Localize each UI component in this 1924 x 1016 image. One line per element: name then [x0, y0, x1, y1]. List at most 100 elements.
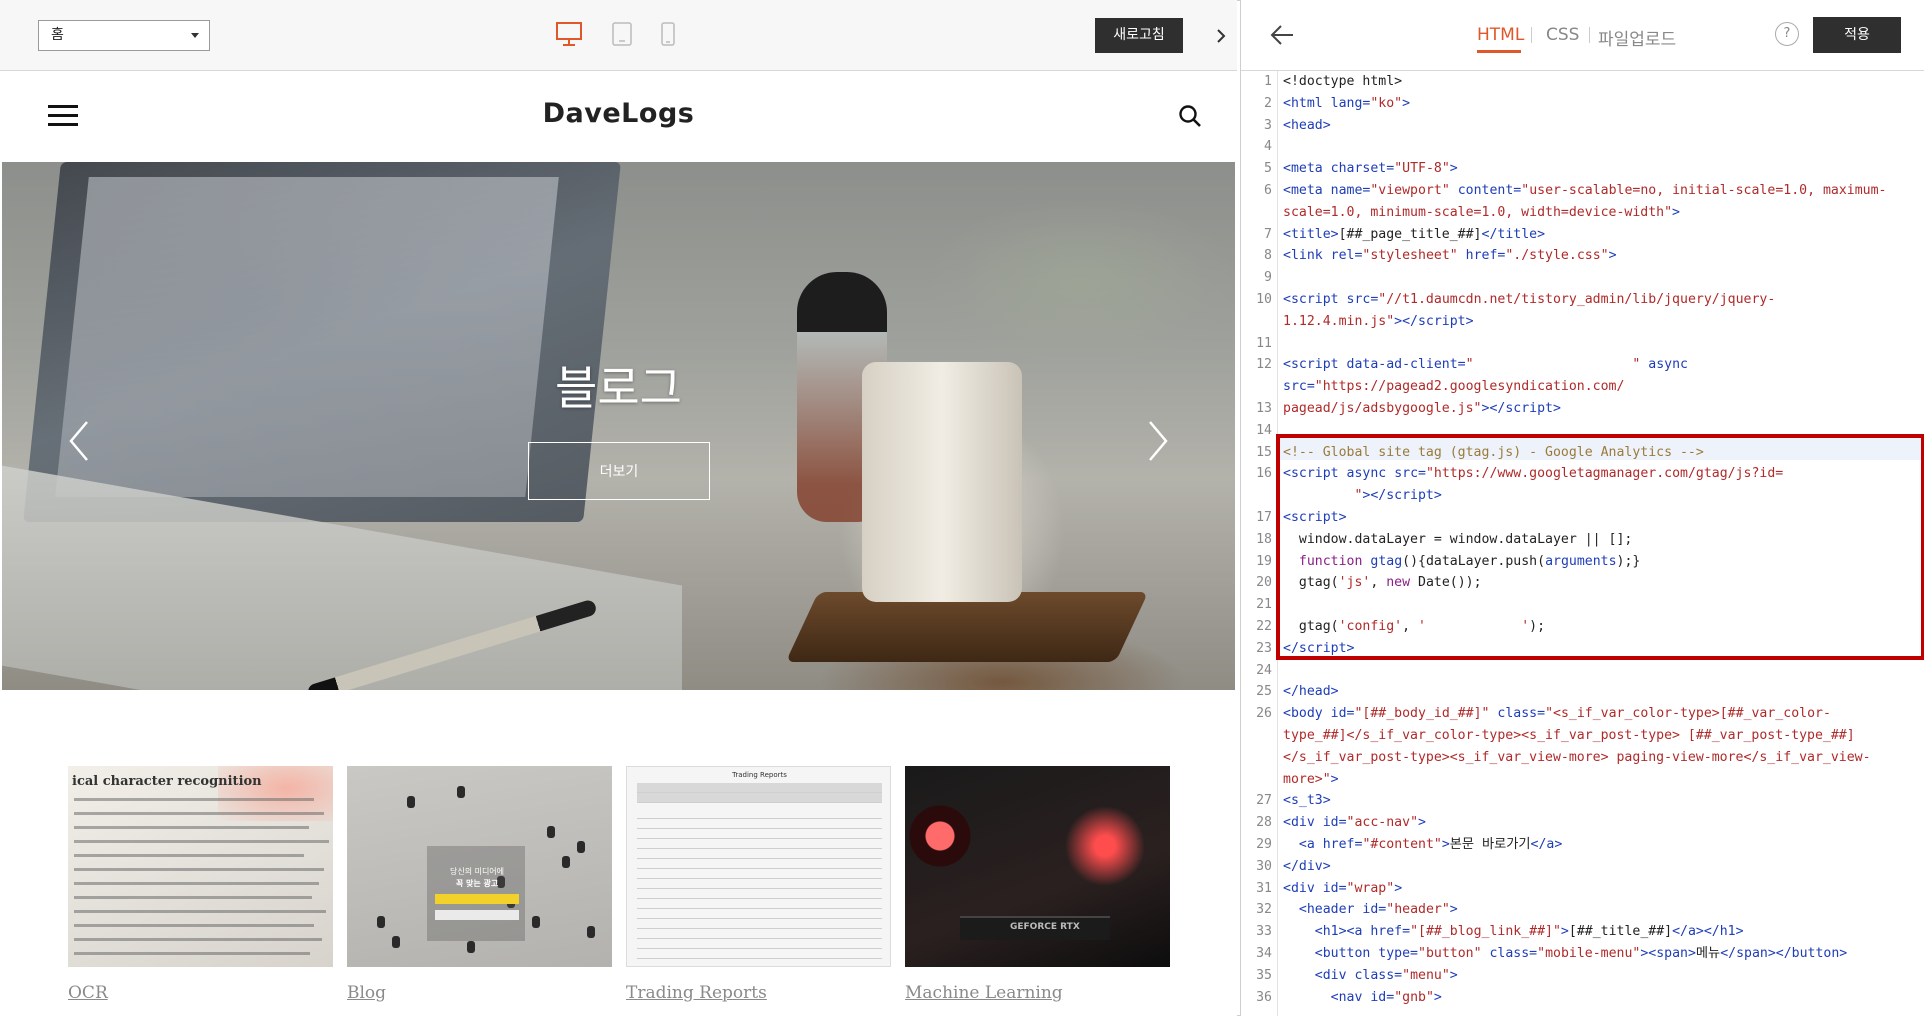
line-number: 12: [1256, 357, 1272, 373]
chevron-left-icon[interactable]: [68, 420, 90, 462]
help-button[interactable]: ?: [1775, 22, 1799, 46]
hero-photo-tray: [785, 592, 1149, 662]
code-line: </div>: [1283, 858, 1331, 874]
code-line: src="https://pagead2.googlesyndication.c…: [1283, 379, 1625, 395]
line-number: 8: [1264, 248, 1272, 264]
thumb-label-blog[interactable]: Blog: [347, 983, 386, 1003]
line-number: 6: [1264, 183, 1272, 198]
tab-css[interactable]: CSS: [1546, 25, 1579, 45]
line-number: 16: [1256, 466, 1272, 482]
hero-photo-screen: [55, 177, 559, 497]
code-line: <body id="[##_body_id_##]" class="<s_if_…: [1283, 706, 1831, 722]
line-number: 25: [1256, 684, 1272, 700]
thumb-ml-image[interactable]: GEFORCE RTX: [905, 766, 1170, 967]
line-number: 19: [1256, 553, 1272, 569]
line-number: 36: [1256, 989, 1272, 1005]
line-number: 34: [1256, 946, 1272, 961]
code-line: type_##]</s_if_var_color-type><s_if_var_…: [1283, 728, 1855, 743]
line-number: [1241, 769, 1272, 791]
refresh-button[interactable]: 새로고침: [1095, 18, 1183, 53]
hero-title: 블로그: [555, 361, 682, 415]
code-editor[interactable]: 1 2 3 4 5 6 7 8 9 10 11 12 13 14 15 16 17 18 19 20 21 22 23 24 2…: [1241, 71, 1924, 1016]
editor-toolbar: HTML CSS 파일업로드 ? 적용: [1241, 0, 1924, 71]
code-line: 1.12.4.min.js"></script>: [1283, 313, 1474, 329]
line-number: 26: [1256, 706, 1272, 722]
code-line: <button type="button" class="mobile-menu…: [1314, 946, 1848, 961]
line-number: 4: [1264, 139, 1272, 155]
mobile-icon[interactable]: [661, 21, 675, 47]
hero-banner: 블로그 더보기: [2, 162, 1235, 690]
line-number: 14: [1256, 422, 1272, 438]
code-editor-pane: HTML CSS 파일업로드 ? 적용 1 2 3 4 5 6 7 8 9 10 11 12 13 14 1…: [1240, 0, 1924, 1016]
page-select-dropdown[interactable]: 홈: [38, 20, 210, 51]
line-number: 31: [1256, 880, 1272, 896]
line-number: [1241, 376, 1272, 398]
page-select-value: 홈: [51, 27, 64, 43]
thumb-label-ml[interactable]: Machine Learning: [905, 983, 1063, 1003]
code-line: <div class="menu">: [1314, 967, 1458, 983]
code-line: </head>: [1283, 684, 1339, 700]
chevron-down-icon: [191, 33, 199, 38]
code-line: <title>[##_page_title_##]</title>: [1283, 226, 1546, 242]
code-line: pagead/js/adsbygoogle.js"></script>: [1283, 401, 1561, 416]
blog-thumb-line2: 꼭 맞는 광고: [455, 879, 499, 888]
line-number: [1241, 485, 1272, 507]
line-number: [1241, 725, 1272, 747]
line-number: 10: [1256, 292, 1272, 307]
line-number: 21: [1256, 597, 1272, 613]
line-number: [1241, 202, 1272, 224]
thumb-trading-image[interactable]: Trading Reports: [626, 766, 891, 967]
thumb-label-trading[interactable]: Trading Reports: [626, 983, 767, 1003]
line-number: [1241, 311, 1272, 333]
apply-button[interactable]: 적용: [1813, 17, 1901, 53]
preview-pane: 홈 새로고침 DaveLogs 블로그 더보기 ical character r…: [0, 0, 1237, 1016]
line-number: 30: [1256, 858, 1272, 874]
line-number: 20: [1256, 575, 1272, 591]
chevron-right-icon[interactable]: [1147, 420, 1169, 462]
tab-divider: [1531, 27, 1532, 43]
desktop-icon[interactable]: [555, 21, 583, 47]
line-number: 3: [1264, 117, 1272, 133]
blog-title[interactable]: DaveLogs: [0, 98, 1237, 129]
code-line: <a href="#content">본문 바로가기</a>: [1298, 837, 1563, 852]
highlight-annotation-box: [1276, 434, 1924, 660]
tab-file-upload[interactable]: 파일업로드: [1598, 25, 1676, 50]
active-tab-underline: [1477, 50, 1521, 53]
chevron-right-icon[interactable]: [1210, 22, 1234, 50]
line-number: 27: [1256, 793, 1272, 809]
code-line: <head>: [1283, 117, 1331, 133]
hero-more-button[interactable]: 더보기: [528, 442, 710, 500]
thumb-blog-image[interactable]: 당신의 미디어에 꼭 맞는 광고: [347, 766, 612, 967]
code-line: <div id="wrap">: [1283, 880, 1403, 896]
tab-html[interactable]: HTML: [1477, 25, 1524, 45]
line-number: 32: [1256, 902, 1272, 918]
code-line: <nav id="gnb">: [1330, 989, 1442, 1005]
back-arrow-icon[interactable]: [1269, 24, 1295, 46]
code-line: <html lang="ko">: [1283, 95, 1411, 111]
category-thumbnails: ical character recognition OCR 당신의 미디어에 …: [68, 766, 1170, 1016]
code-line: <meta name="viewport" content="user-scal…: [1283, 183, 1887, 198]
ocr-heading-text: ical character recognition: [72, 774, 262, 789]
line-number: 29: [1256, 837, 1272, 852]
code-line: <div id="acc-nav">: [1283, 815, 1426, 831]
line-number: 35: [1256, 967, 1272, 983]
code-line: <!doctype html>: [1283, 74, 1403, 89]
code-line: <header id="header">: [1298, 902, 1458, 918]
line-number: 17: [1256, 510, 1272, 525]
line-number: 22: [1256, 619, 1272, 634]
code-line: </s_if_var_post-type><s_if_var_view-more…: [1283, 749, 1871, 765]
line-number: 18: [1256, 531, 1272, 547]
preview-toolbar: 홈 새로고침: [0, 0, 1237, 71]
trading-thumb-title: Trading Reports: [732, 771, 787, 779]
line-number: 11: [1256, 335, 1272, 351]
line-number: 15: [1256, 444, 1272, 460]
code-line: <script data-ad-client=" " async: [1283, 357, 1688, 373]
thumb-label-ocr[interactable]: OCR: [68, 983, 108, 1003]
thumb-ocr-image[interactable]: ical character recognition: [68, 766, 333, 967]
tablet-icon[interactable]: [611, 21, 633, 47]
line-number: 23: [1256, 640, 1272, 656]
gpu-text: GEFORCE RTX: [1010, 922, 1080, 932]
search-icon[interactable]: [1178, 104, 1204, 130]
code-line: more>">: [1283, 771, 1339, 787]
line-number: 33: [1256, 924, 1272, 940]
